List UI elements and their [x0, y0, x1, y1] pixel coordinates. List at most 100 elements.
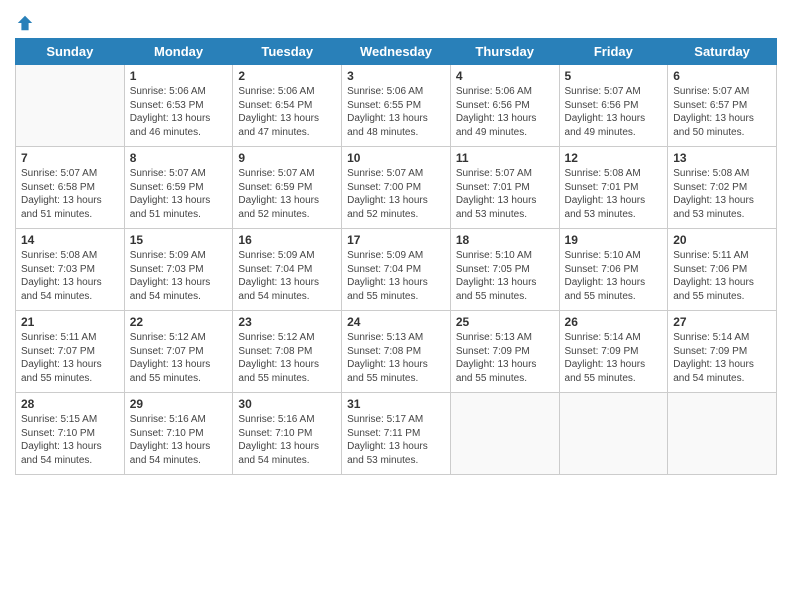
calendar-cell: 7 Sunrise: 5:07 AM Sunset: 6:58 PM Daylig… [16, 147, 125, 229]
cell-content: Sunrise: 5:07 AM Sunset: 6:58 PM Dayligh… [21, 167, 119, 221]
day-number: 18 [456, 233, 554, 247]
cell-content: Sunrise: 5:13 AM Sunset: 7:08 PM Dayligh… [347, 331, 445, 385]
col-header-saturday: Saturday [668, 39, 777, 65]
calendar-cell: 26Sunrise: 5:14 AM Sunset: 7:09 PM Dayli… [559, 311, 668, 393]
cell-content: Sunrise: 5:06 AM Sunset: 6:53 PM Dayligh… [130, 85, 228, 139]
day-number: 31 [347, 397, 445, 411]
col-header-friday: Friday [559, 39, 668, 65]
calendar-cell: 27 Sunrise: 5:14 AM Sunset: 7:09 PM Dayli… [668, 311, 777, 393]
calendar-cell: 23 Sunrise: 5:12 AM Sunset: 7:08 PM Dayli… [233, 311, 342, 393]
day-number: 29 [130, 397, 228, 411]
day-number: 30 [238, 397, 336, 411]
cell-content: Sunrise: 5:12 AM Sunset: 7:07 PM Dayligh… [130, 331, 228, 385]
calendar-cell: 14 Sunrise: 5:08 AM Sunset: 7:03 PM Dayli… [16, 229, 125, 311]
calendar-cell: 2Sunrise: 5:06 AM Sunset: 6:54 PM Daylig… [233, 65, 342, 147]
calendar-cell: 13Sunrise: 5:08 AM Sunset: 7:02 PM Dayli… [668, 147, 777, 229]
col-header-sunday: Sunday [16, 39, 125, 65]
cell-content: Sunrise: 5:08 AM Sunset: 7:02 PM Dayligh… [673, 167, 771, 221]
calendar-week-4: 21Sunrise: 5:11 AM Sunset: 7:07 PM Dayli… [16, 311, 777, 393]
day-number: 4 [456, 69, 554, 83]
col-header-monday: Monday [124, 39, 233, 65]
logo [15, 14, 34, 32]
cell-content: Sunrise: 5:17 AM Sunset: 7:11 PM Dayligh… [347, 413, 445, 467]
cell-content: Sunrise: 5:15 AM Sunset: 7:10 PM Dayligh… [21, 413, 119, 467]
logo-icon [16, 14, 34, 32]
calendar-cell: 1Sunrise: 5:06 AM Sunset: 6:53 PM Daylig… [124, 65, 233, 147]
day-number: 20 [673, 233, 771, 247]
calendar-cell: 15 Sunrise: 5:09 AM Sunset: 7:03 PM Dayli… [124, 229, 233, 311]
calendar-cell: 22 Sunrise: 5:12 AM Sunset: 7:07 PM Dayli… [124, 311, 233, 393]
cell-content: Sunrise: 5:09 AM Sunset: 7:04 PM Dayligh… [347, 249, 445, 303]
day-number: 16 [238, 233, 336, 247]
cell-content: Sunrise: 5:09 AM Sunset: 7:04 PM Dayligh… [238, 249, 336, 303]
day-number: 9 [238, 151, 336, 165]
day-number: 27 [673, 315, 771, 329]
day-number: 3 [347, 69, 445, 83]
day-number: 6 [673, 69, 771, 83]
cell-content: Sunrise: 5:06 AM Sunset: 6:54 PM Dayligh… [238, 85, 336, 139]
calendar-cell: 29 Sunrise: 5:16 AM Sunset: 7:10 PM Dayli… [124, 393, 233, 475]
calendar-cell: 31 Sunrise: 5:17 AM Sunset: 7:11 PM Dayli… [342, 393, 451, 475]
calendar-cell: 18 Sunrise: 5:10 AM Sunset: 7:05 PM Dayli… [450, 229, 559, 311]
calendar-cell: 8 Sunrise: 5:07 AM Sunset: 6:59 PM Daylig… [124, 147, 233, 229]
cell-content: Sunrise: 5:06 AM Sunset: 6:55 PM Dayligh… [347, 85, 445, 139]
cell-content: Sunrise: 5:11 AM Sunset: 7:06 PM Dayligh… [673, 249, 771, 303]
cell-content: Sunrise: 5:14 AM Sunset: 7:09 PM Dayligh… [673, 331, 771, 385]
day-number: 7 [21, 151, 119, 165]
calendar-cell [668, 393, 777, 475]
calendar-cell: 21Sunrise: 5:11 AM Sunset: 7:07 PM Dayli… [16, 311, 125, 393]
cell-content: Sunrise: 5:07 AM Sunset: 7:01 PM Dayligh… [456, 167, 554, 221]
calendar-cell: 20 Sunrise: 5:11 AM Sunset: 7:06 PM Dayli… [668, 229, 777, 311]
cell-content: Sunrise: 5:07 AM Sunset: 6:57 PM Dayligh… [673, 85, 771, 139]
cell-content: Sunrise: 5:10 AM Sunset: 7:06 PM Dayligh… [565, 249, 663, 303]
day-number: 28 [21, 397, 119, 411]
calendar-cell: 17Sunrise: 5:09 AM Sunset: 7:04 PM Dayli… [342, 229, 451, 311]
calendar-cell: 28 Sunrise: 5:15 AM Sunset: 7:10 PM Dayli… [16, 393, 125, 475]
calendar-cell: 5 Sunrise: 5:07 AM Sunset: 6:56 PM Daylig… [559, 65, 668, 147]
cell-content: Sunrise: 5:16 AM Sunset: 7:10 PM Dayligh… [238, 413, 336, 467]
calendar-cell [559, 393, 668, 475]
day-number: 15 [130, 233, 228, 247]
calendar-week-5: 28 Sunrise: 5:15 AM Sunset: 7:10 PM Dayli… [16, 393, 777, 475]
day-number: 11 [456, 151, 554, 165]
cell-content: Sunrise: 5:07 AM Sunset: 7:00 PM Dayligh… [347, 167, 445, 221]
calendar-week-1: 1Sunrise: 5:06 AM Sunset: 6:53 PM Daylig… [16, 65, 777, 147]
day-number: 19 [565, 233, 663, 247]
calendar-cell: 3 Sunrise: 5:06 AM Sunset: 6:55 PM Daylig… [342, 65, 451, 147]
calendar-cell: 30 Sunrise: 5:16 AM Sunset: 7:10 PM Dayli… [233, 393, 342, 475]
day-number: 12 [565, 151, 663, 165]
cell-content: Sunrise: 5:13 AM Sunset: 7:09 PM Dayligh… [456, 331, 554, 385]
calendar-table: SundayMondayTuesdayWednesdayThursdayFrid… [15, 38, 777, 475]
cell-content: Sunrise: 5:08 AM Sunset: 7:01 PM Dayligh… [565, 167, 663, 221]
day-number: 24 [347, 315, 445, 329]
cell-content: Sunrise: 5:07 AM Sunset: 6:56 PM Dayligh… [565, 85, 663, 139]
col-header-wednesday: Wednesday [342, 39, 451, 65]
day-number: 23 [238, 315, 336, 329]
calendar-week-2: 7 Sunrise: 5:07 AM Sunset: 6:58 PM Daylig… [16, 147, 777, 229]
calendar-cell: 6 Sunrise: 5:07 AM Sunset: 6:57 PM Daylig… [668, 65, 777, 147]
cell-content: Sunrise: 5:12 AM Sunset: 7:08 PM Dayligh… [238, 331, 336, 385]
day-number: 8 [130, 151, 228, 165]
logo-text [15, 14, 34, 32]
cell-content: Sunrise: 5:09 AM Sunset: 7:03 PM Dayligh… [130, 249, 228, 303]
cell-content: Sunrise: 5:07 AM Sunset: 6:59 PM Dayligh… [130, 167, 228, 221]
cell-content: Sunrise: 5:14 AM Sunset: 7:09 PM Dayligh… [565, 331, 663, 385]
calendar-cell: 10Sunrise: 5:07 AM Sunset: 7:00 PM Dayli… [342, 147, 451, 229]
day-number: 5 [565, 69, 663, 83]
calendar-cell: 24 Sunrise: 5:13 AM Sunset: 7:08 PM Dayli… [342, 311, 451, 393]
cell-content: Sunrise: 5:11 AM Sunset: 7:07 PM Dayligh… [21, 331, 119, 385]
calendar-cell: 12 Sunrise: 5:08 AM Sunset: 7:01 PM Dayli… [559, 147, 668, 229]
day-number: 14 [21, 233, 119, 247]
day-number: 22 [130, 315, 228, 329]
calendar-cell: 11 Sunrise: 5:07 AM Sunset: 7:01 PM Dayli… [450, 147, 559, 229]
calendar-cell [450, 393, 559, 475]
cell-content: Sunrise: 5:07 AM Sunset: 6:59 PM Dayligh… [238, 167, 336, 221]
cell-content: Sunrise: 5:10 AM Sunset: 7:05 PM Dayligh… [456, 249, 554, 303]
calendar-week-3: 14 Sunrise: 5:08 AM Sunset: 7:03 PM Dayli… [16, 229, 777, 311]
cell-content: Sunrise: 5:08 AM Sunset: 7:03 PM Dayligh… [21, 249, 119, 303]
calendar-cell: 16 Sunrise: 5:09 AM Sunset: 7:04 PM Dayli… [233, 229, 342, 311]
calendar-header-row: SundayMondayTuesdayWednesdayThursdayFrid… [16, 39, 777, 65]
calendar-cell: 4 Sunrise: 5:06 AM Sunset: 6:56 PM Daylig… [450, 65, 559, 147]
cell-content: Sunrise: 5:16 AM Sunset: 7:10 PM Dayligh… [130, 413, 228, 467]
cell-content: Sunrise: 5:06 AM Sunset: 6:56 PM Dayligh… [456, 85, 554, 139]
